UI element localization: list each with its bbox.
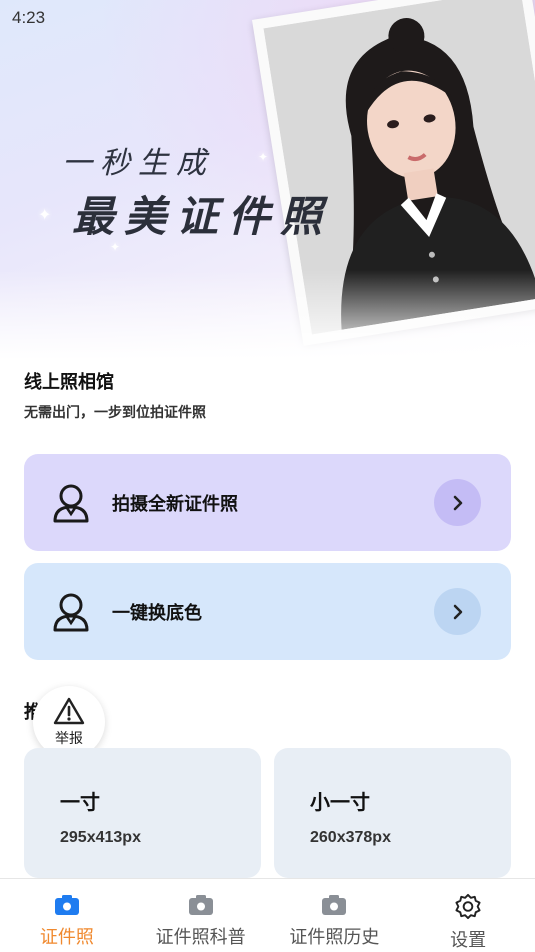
nav-label: 证件照历史 bbox=[289, 927, 380, 948]
sparkle-icon: ✦ bbox=[258, 150, 269, 164]
size-card-small-one-inch[interactable]: 小一寸 260x378px bbox=[274, 748, 511, 878]
nav-tab-settings[interactable]: 设置 bbox=[401, 879, 535, 952]
nav-tab-id-photo[interactable]: 证件照 bbox=[0, 879, 134, 952]
take-new-photo-label: 拍摄全新证件照 bbox=[112, 493, 238, 515]
size-dimensions: 295x413px bbox=[60, 829, 141, 846]
bottom-nav: 证件照 证件照科普 证件照历史 设置 bbox=[0, 878, 535, 952]
person-outline-icon bbox=[53, 593, 89, 631]
size-name: 一寸 bbox=[60, 790, 100, 814]
hero-banner: 4:23 ✦ ✦ ✦ 一秒生成 最美证件照 bbox=[0, 0, 535, 360]
change-background-label: 一键换底色 bbox=[112, 602, 202, 624]
hero-slogan-line2: 最美证件照 bbox=[72, 192, 333, 241]
nav-label: 证件照科普 bbox=[155, 927, 246, 948]
studio-subtitle: 无需出门，一步到位拍证件照 bbox=[24, 405, 206, 421]
size-dimensions: 260x378px bbox=[310, 829, 391, 846]
nav-tab-history[interactable]: 证件照历史 bbox=[268, 879, 402, 952]
camera-icon bbox=[54, 895, 79, 915]
gear-icon bbox=[455, 893, 481, 920]
nav-label: 证件照 bbox=[39, 927, 94, 948]
warning-triangle-icon bbox=[53, 697, 85, 725]
camera-icon bbox=[188, 895, 213, 915]
camera-icon bbox=[322, 895, 347, 915]
chevron-right-icon[interactable] bbox=[434, 479, 481, 526]
change-background-button[interactable]: 一键换底色 bbox=[24, 563, 511, 660]
nav-label: 设置 bbox=[450, 930, 487, 951]
person-outline-icon bbox=[53, 484, 89, 522]
size-card-one-inch[interactable]: 一寸 295x413px bbox=[24, 748, 261, 878]
nav-tab-science[interactable]: 证件照科普 bbox=[134, 879, 268, 952]
studio-title: 线上照相馆 bbox=[24, 372, 114, 393]
sample-photo bbox=[252, 0, 535, 346]
report-label: 举报 bbox=[55, 731, 83, 747]
sparkle-icon: ✦ bbox=[38, 205, 52, 224]
size-name: 小一寸 bbox=[310, 790, 370, 814]
chevron-right-icon[interactable] bbox=[434, 588, 481, 635]
take-new-photo-button[interactable]: 拍摄全新证件照 bbox=[24, 454, 511, 551]
portrait-illustration bbox=[263, 0, 535, 335]
hero-slogan-line1: 一秒生成 bbox=[62, 146, 214, 181]
status-time: 4:23 bbox=[12, 8, 46, 27]
